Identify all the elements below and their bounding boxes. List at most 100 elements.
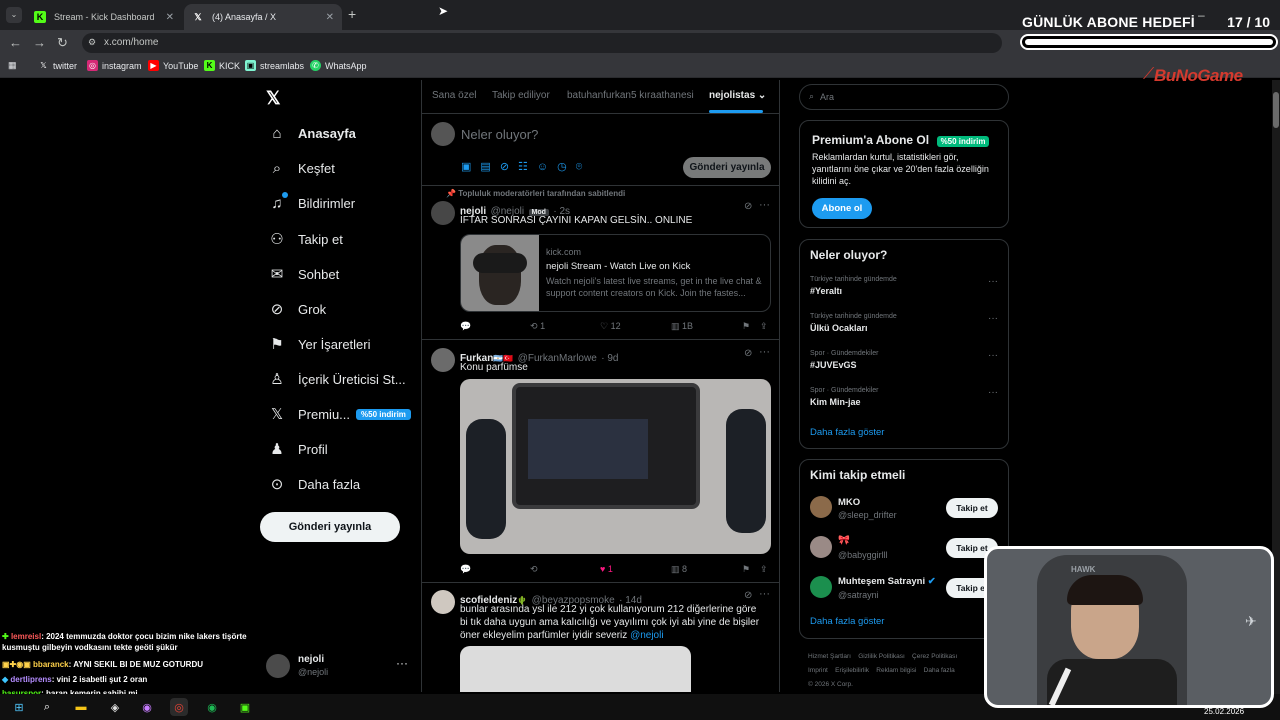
footer-link[interactable]: Hizmet Şartları bbox=[808, 653, 851, 660]
more-icon[interactable]: ··· bbox=[988, 350, 998, 361]
close-icon[interactable]: ✕ bbox=[326, 12, 334, 23]
tab-community[interactable]: batuhanfurkan5 kıraathanesi bbox=[567, 90, 694, 101]
tweet-photo[interactable] bbox=[460, 379, 771, 554]
avatar[interactable] bbox=[431, 590, 455, 614]
avatar[interactable] bbox=[431, 201, 455, 225]
more-icon[interactable]: ··· bbox=[988, 387, 998, 398]
chrome-icon[interactable]: ◎ bbox=[170, 698, 188, 716]
nav-home[interactable]: ⌂ Anasayfa bbox=[268, 125, 355, 142]
schedule-icon[interactable]: ◷ bbox=[557, 161, 576, 173]
back-icon[interactable]: ← bbox=[9, 35, 22, 50]
views-button[interactable]: ▥ 1B bbox=[671, 321, 693, 332]
follow-suggestion[interactable]: Muhteşem Satrayni ✔ @satrayni Takip et bbox=[800, 574, 1008, 604]
footer-link[interactable]: Reklam bilgisi bbox=[876, 667, 916, 674]
emoji-icon[interactable]: ☺ bbox=[537, 161, 557, 173]
bookmark-streamlabs[interactable]: ▣ streamlabs bbox=[245, 60, 304, 71]
grok-icon[interactable]: ⊘ bbox=[744, 348, 752, 359]
windows-start-icon[interactable]: ⊞ bbox=[10, 698, 28, 716]
like-button[interactable]: ♡ 12 bbox=[600, 321, 621, 332]
spotify-icon[interactable]: ◉ bbox=[203, 698, 221, 716]
follow-suggestion[interactable]: 🎀 @babyggirlll Takip et bbox=[800, 534, 1008, 564]
footer-link[interactable]: Gizlilik Politikası bbox=[858, 653, 905, 660]
chat-app-icon[interactable]: ▣ bbox=[236, 698, 254, 716]
bookmark-whatsapp[interactable]: ✆ WhatsApp bbox=[310, 60, 367, 71]
site-info-icon[interactable]: ⚙ bbox=[88, 37, 96, 48]
obs-icon[interactable]: ◉ bbox=[138, 698, 156, 716]
footer-link[interactable]: Erişilebilirlik bbox=[835, 667, 869, 674]
follow-button[interactable]: Takip et bbox=[946, 498, 998, 518]
subscribe-button[interactable]: Abone ol bbox=[812, 198, 872, 219]
show-more-link[interactable]: Daha fazla göster bbox=[810, 427, 884, 438]
more-icon[interactable]: ··· bbox=[759, 588, 770, 600]
show-more-link[interactable]: Daha fazla göster bbox=[810, 616, 884, 627]
avatar[interactable] bbox=[431, 348, 455, 372]
reload-icon[interactable]: ↻ bbox=[57, 35, 68, 51]
trend-item[interactable]: Türkiye tarihinde gündemde #Yeraltı ··· bbox=[810, 276, 1000, 296]
app-icon[interactable]: ◈ bbox=[106, 698, 124, 716]
x-logo-icon[interactable]: 𝕏 bbox=[266, 88, 281, 109]
tab-kick-dashboard[interactable]: K Stream - Kick Dashboard ✕ bbox=[26, 4, 182, 30]
footer-link[interactable]: Imprint bbox=[808, 667, 828, 674]
search-input[interactable]: ⌕ Ara bbox=[799, 84, 1009, 110]
nav-notifications[interactable]: ♫ Bildirimler bbox=[268, 192, 355, 212]
gif-icon[interactable]: ▤ bbox=[480, 161, 499, 173]
nav-profile[interactable]: ♟ Profil bbox=[268, 440, 327, 458]
tab-x-home[interactable]: 𝕏 (4) Anasayfa / X ✕ bbox=[184, 4, 342, 30]
nav-explore[interactable]: ⌕ Keşfet bbox=[268, 160, 335, 177]
nav-grok[interactable]: ⊘ Grok bbox=[268, 300, 326, 318]
repost-icon[interactable]: ⟲ bbox=[530, 564, 538, 575]
bookmark-instagram[interactable]: ◎ instagram bbox=[87, 60, 142, 71]
like-button[interactable]: ♥ 1 bbox=[600, 564, 613, 574]
trend-item[interactable]: Türkiye tarihinde gündemde Ülkü Ocakları… bbox=[810, 313, 1000, 333]
nav-more[interactable]: ⊙ Daha fazla bbox=[268, 475, 360, 493]
tab-following[interactable]: Takip ediliyor bbox=[492, 90, 550, 101]
trend-item[interactable]: Spor · Gündemdekiler #JUVEvGS ··· bbox=[810, 350, 1000, 370]
nav-bookmarks[interactable]: ⚑ Yer İşaretleri bbox=[268, 335, 370, 353]
views-button[interactable]: ▥ 8 bbox=[671, 564, 687, 575]
link-card[interactable]: kick.com nejoli Stream - Watch Live on K… bbox=[460, 234, 771, 312]
image-icon[interactable]: ▣ bbox=[461, 161, 480, 173]
close-icon[interactable]: ✕ bbox=[166, 12, 174, 23]
bookmark-icon[interactable]: ⚑ bbox=[742, 321, 750, 332]
tab-search-button[interactable]: ⌄ bbox=[6, 7, 22, 23]
account-switcher[interactable]: nejoli @nejoli ··· bbox=[266, 652, 412, 682]
more-icon[interactable]: ··· bbox=[988, 276, 998, 287]
compose-post-button[interactable]: Gönderi yayınla bbox=[683, 157, 771, 178]
nav-premium[interactable]: 𝕏 Premiu... %50 indirim bbox=[268, 405, 411, 423]
bookmark-twitter[interactable]: 𝕏twitter bbox=[38, 60, 77, 71]
scrollbar-thumb[interactable] bbox=[1273, 92, 1279, 128]
share-icon[interactable]: ⇪ bbox=[760, 321, 768, 332]
follow-suggestion[interactable]: MKO @sleep_drifter Takip et bbox=[800, 494, 1008, 524]
grok-icon[interactable]: ⊘ bbox=[500, 161, 518, 173]
tab-for-you[interactable]: Sana özel bbox=[432, 90, 476, 101]
search-icon[interactable]: ⌕ bbox=[38, 698, 56, 716]
reply-icon[interactable]: 💬 bbox=[460, 564, 471, 575]
grok-icon[interactable]: ⊘ bbox=[744, 201, 752, 212]
bookmark-icon[interactable]: ⚑ bbox=[742, 564, 750, 575]
file-explorer-icon[interactable]: ▬ bbox=[72, 698, 90, 716]
bookmark-kick[interactable]: K KICK bbox=[204, 60, 240, 71]
nav-creator-studio[interactable]: ♙ İçerik Üreticisi St... bbox=[268, 370, 405, 388]
post-button[interactable]: Gönderi yayınla bbox=[260, 512, 400, 542]
tweet-photo[interactable] bbox=[460, 646, 691, 692]
nav-messages[interactable]: ✉ Sohbet bbox=[268, 265, 340, 283]
new-tab-button[interactable]: + bbox=[348, 6, 356, 22]
grok-icon[interactable]: ⊘ bbox=[744, 590, 752, 601]
trend-item[interactable]: Spor · Gündemdekiler Kim Min-jae ··· bbox=[810, 387, 1000, 407]
apps-icon[interactable]: ▦ bbox=[8, 60, 17, 71]
nav-follow[interactable]: ⚇ Takip et bbox=[268, 230, 343, 248]
reply-icon[interactable]: 💬 bbox=[460, 321, 471, 332]
share-icon[interactable]: ⇪ bbox=[760, 564, 768, 575]
forward-icon[interactable]: → bbox=[33, 35, 46, 50]
more-icon[interactable]: ··· bbox=[759, 346, 770, 358]
tab-nejolistas[interactable]: nejolistas ⌄ bbox=[709, 90, 766, 101]
footer-link[interactable]: Çerez Politikası bbox=[912, 653, 957, 660]
more-icon[interactable]: ··· bbox=[759, 199, 770, 211]
repost-button[interactable]: ⟲ 1 bbox=[530, 321, 545, 332]
compose-input[interactable]: Neler oluyor? bbox=[461, 127, 538, 142]
mention-link[interactable]: @nejoli bbox=[630, 630, 664, 641]
bookmark-youtube[interactable]: ▶ YouTube bbox=[148, 60, 198, 71]
location-icon[interactable]: ⌾ bbox=[576, 161, 592, 173]
poll-icon[interactable]: ☷ bbox=[518, 161, 537, 173]
address-bar[interactable]: ⚙ x.com/home bbox=[82, 33, 1002, 53]
